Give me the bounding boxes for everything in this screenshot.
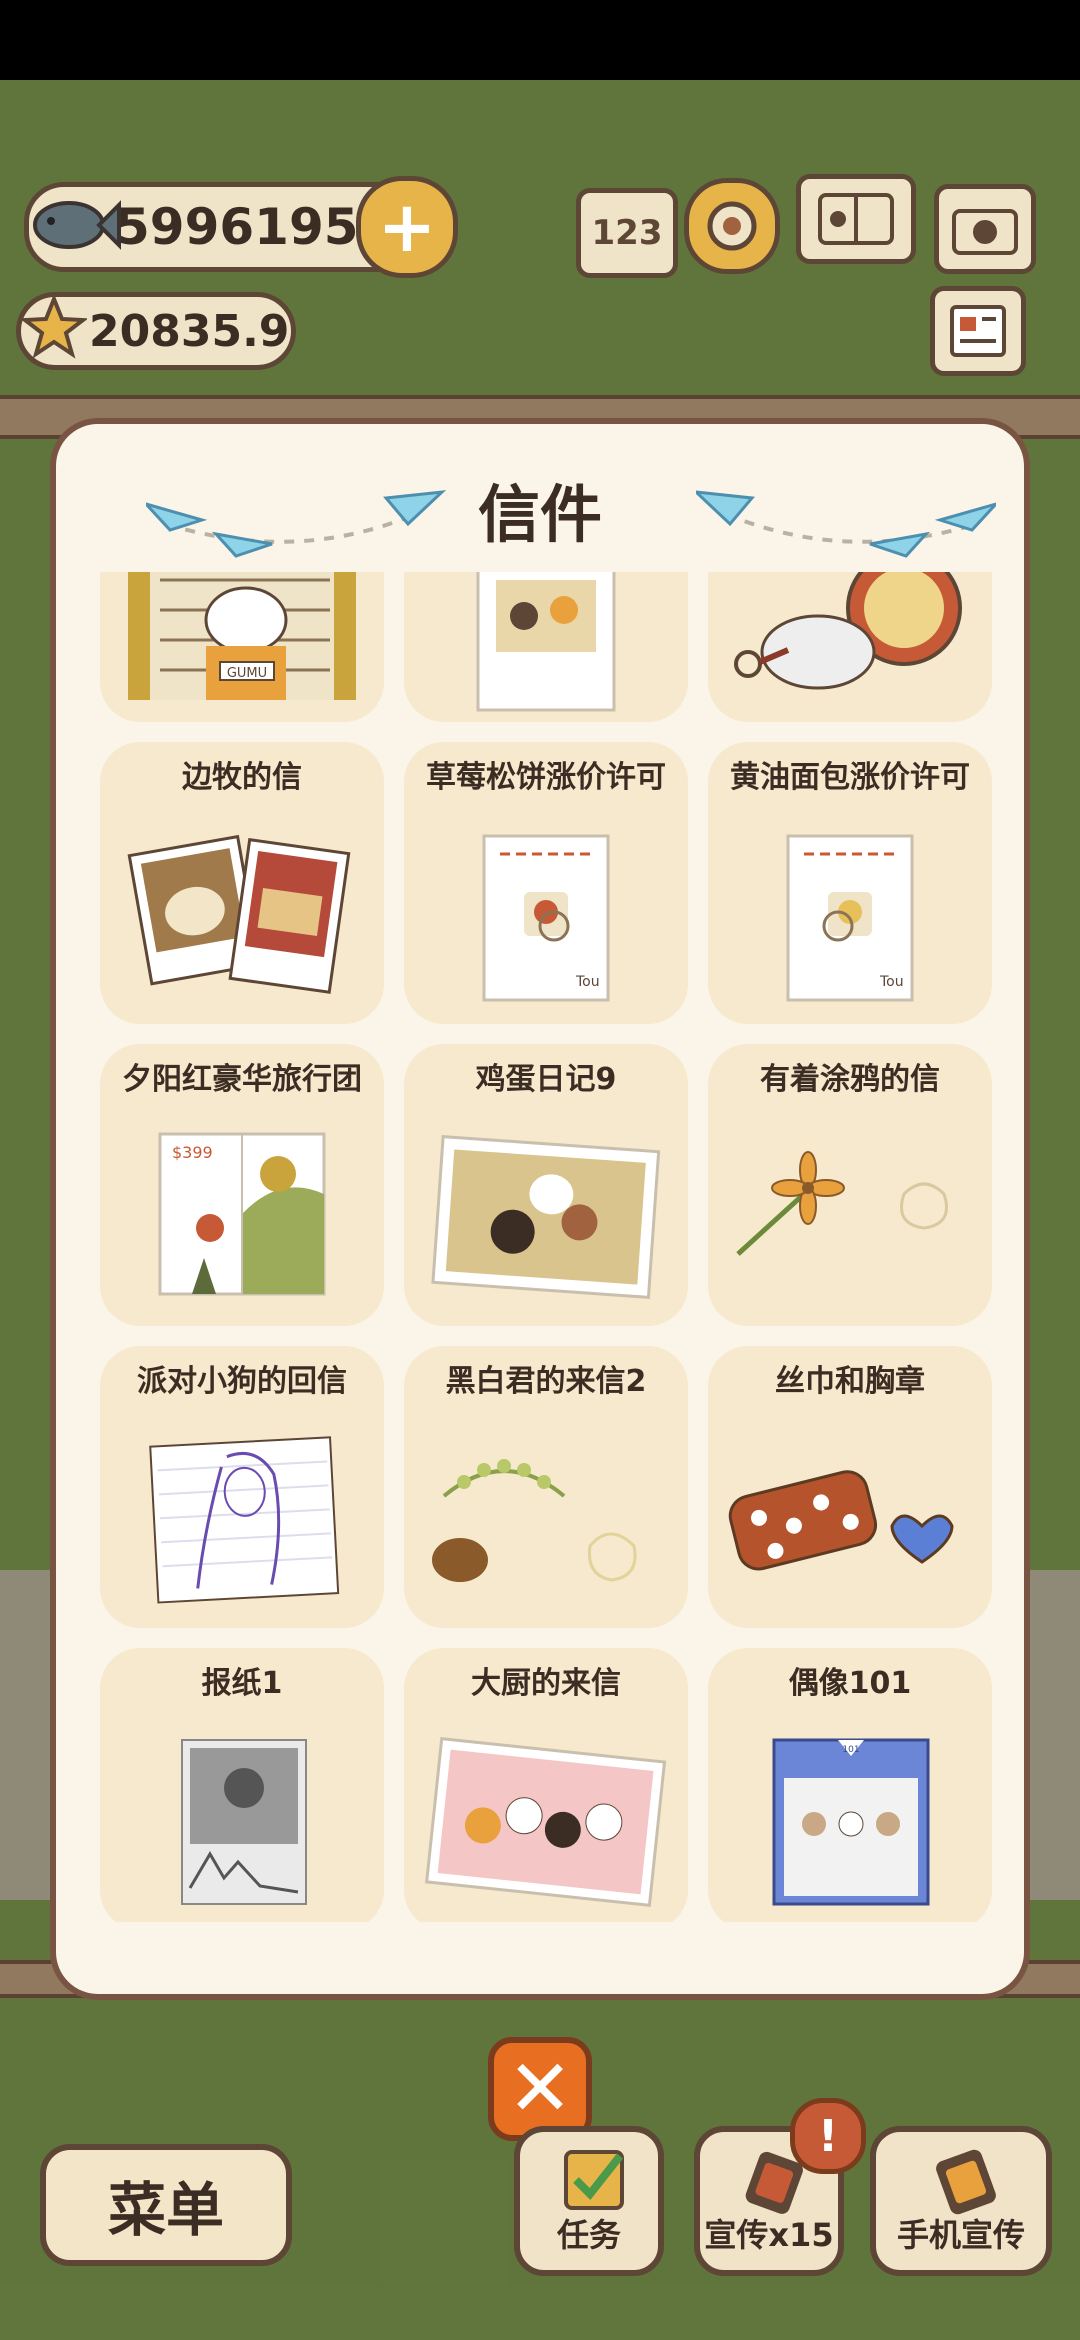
star-value: 20835.9 bbox=[89, 305, 290, 357]
plus-icon: + bbox=[377, 186, 437, 268]
promo-label: 宣传x15 bbox=[704, 2216, 834, 2254]
letter-illustration bbox=[728, 1470, 954, 1571]
add-fish-button[interactable]: + bbox=[356, 176, 458, 278]
letter-illustration bbox=[734, 572, 962, 690]
letter-illustration bbox=[476, 572, 616, 712]
close-icon: ✕ bbox=[507, 2044, 573, 2134]
letter-illustration bbox=[431, 1135, 661, 1299]
svg-text:GUMU: GUMU bbox=[227, 666, 267, 681]
fish-icon bbox=[33, 200, 121, 250]
fish-value: 5996195 bbox=[115, 198, 359, 256]
letter-illustration: GUMU bbox=[128, 572, 356, 700]
letters-grid[interactable]: GUMU 边牧的信 草莓松饼涨价许可 Tou 黄油面包涨价许可 Tou 夕阳红豪… bbox=[100, 572, 992, 1922]
tasks-label: 任务 bbox=[556, 2216, 621, 2254]
menu-button[interactable]: 菜单 bbox=[40, 2144, 292, 2266]
camera-button[interactable] bbox=[934, 184, 1036, 274]
letter-card[interactable]: 夕阳红豪华旅行团 $399 bbox=[100, 1044, 384, 1326]
svg-text:Tou: Tou bbox=[575, 974, 600, 990]
letter-illustration bbox=[149, 1436, 340, 1604]
news-button[interactable] bbox=[930, 286, 1026, 376]
letter-card[interactable]: 有着涂鸦的信 bbox=[708, 1044, 992, 1326]
letter-card[interactable]: 边牧的信 bbox=[100, 742, 384, 1024]
letter-card-badge[interactable] bbox=[708, 572, 992, 722]
letter-illustration bbox=[736, 1151, 948, 1256]
letter-illustration: 101 bbox=[772, 1738, 930, 1906]
letter-illustration: $399 bbox=[158, 1132, 326, 1296]
svg-text:Tou: Tou bbox=[879, 974, 904, 990]
letter-illustration bbox=[127, 834, 351, 994]
svg-text:101: 101 bbox=[842, 1745, 859, 1755]
letter-card[interactable]: 偶像101 101 bbox=[708, 1648, 992, 1922]
phone-promo-label: 手机宣传 bbox=[896, 2216, 1025, 2254]
tasks-button[interactable]: 任务 bbox=[514, 2126, 664, 2276]
camera-icon bbox=[952, 209, 1018, 255]
phone-icon bbox=[936, 2149, 996, 2215]
letter-card[interactable]: 丝巾和胸章 bbox=[708, 1346, 992, 1628]
star-counter: 20835.9 bbox=[16, 292, 296, 370]
settings-icon bbox=[707, 201, 757, 251]
letter-illustration bbox=[181, 1739, 307, 1905]
album-button[interactable] bbox=[796, 174, 916, 264]
news-icon bbox=[950, 305, 1006, 357]
letter-card[interactable]: 草莓松饼涨价许可 Tou bbox=[404, 742, 688, 1024]
letter-card-photo[interactable] bbox=[404, 572, 688, 722]
letter-card[interactable]: 派对小狗的回信 bbox=[100, 1346, 384, 1628]
letter-card[interactable]: 鸡蛋日记9 bbox=[404, 1044, 688, 1326]
letter-card[interactable]: 报纸1 bbox=[100, 1648, 384, 1922]
letter-card[interactable]: 黄油面包涨价许可 Tou bbox=[708, 742, 992, 1024]
promo-badge: ! bbox=[790, 2098, 866, 2174]
letter-card-mugshot[interactable]: GUMU bbox=[100, 572, 384, 722]
svg-text:$399: $399 bbox=[172, 1143, 213, 1162]
letter-card[interactable]: 黑白君的来信2 bbox=[404, 1346, 688, 1628]
status-bar bbox=[0, 0, 1080, 80]
album-icon bbox=[818, 193, 894, 245]
ranking-icon: 123 bbox=[591, 213, 663, 253]
letters-panel: 信件 GUMU 边牧的信 草莓松饼涨价许可 Tou 黄油面包涨价许可 Tou 夕… bbox=[50, 418, 1030, 2000]
settings-button[interactable] bbox=[684, 178, 780, 274]
phone-promo-button[interactable]: 手机宣传 bbox=[870, 2126, 1052, 2276]
letter-illustration bbox=[425, 1737, 667, 1907]
letter-illustration: Tou bbox=[482, 834, 610, 1002]
letter-illustration bbox=[432, 1459, 637, 1582]
letter-card[interactable]: 大厨的来信 bbox=[404, 1648, 688, 1922]
panel-title: 信件 bbox=[477, 478, 602, 551]
letter-illustration: Tou bbox=[786, 834, 914, 1002]
checklist-icon bbox=[564, 2150, 624, 2210]
ranking-button[interactable]: 123 bbox=[576, 188, 678, 278]
star-icon bbox=[21, 295, 87, 359]
